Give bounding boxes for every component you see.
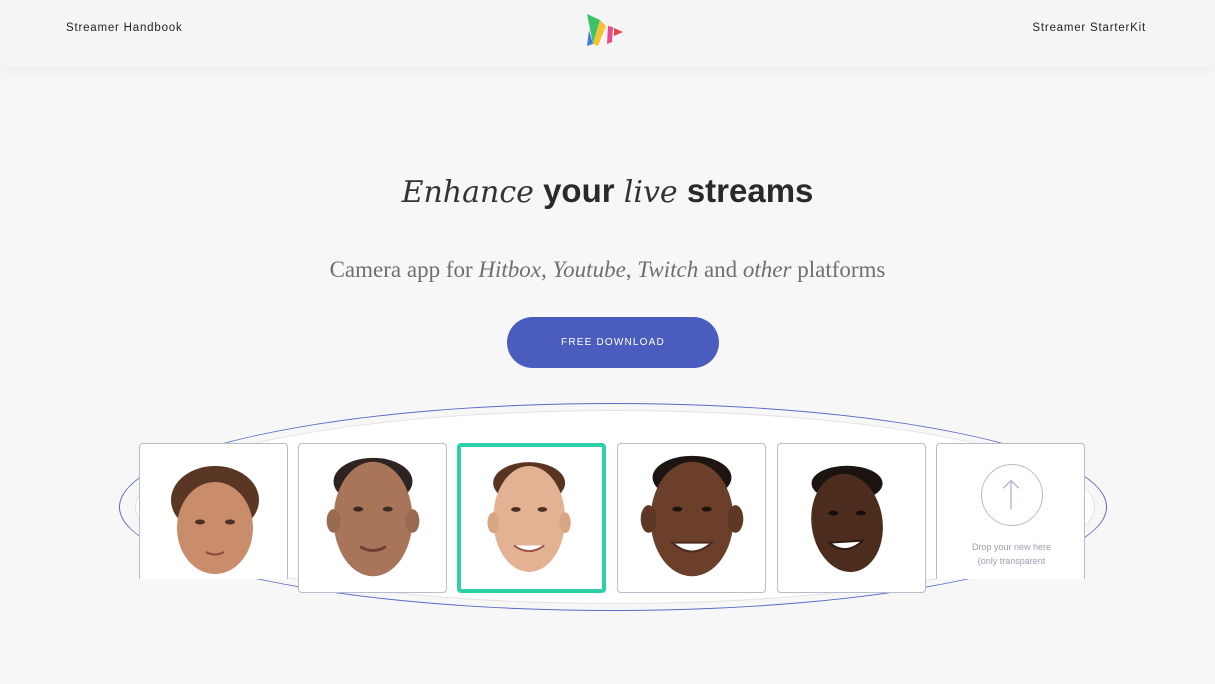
app-logo-icon[interactable] (586, 12, 626, 48)
mask-card-face-4[interactable] (617, 443, 766, 593)
face-4-icon (640, 455, 744, 577)
mask-card-face-2[interactable] (298, 443, 447, 593)
top-nav-bar: Streamer Handbook Streamer StarterKit (0, 0, 1215, 67)
free-download-button[interactable]: FREE DOWNLOAD (507, 317, 719, 368)
subline-sep-2: , (625, 257, 638, 282)
hero-headline: Enhance your live streams (0, 172, 1215, 210)
mask-card-face-3-selected[interactable] (457, 443, 606, 593)
mask-card-face-5[interactable] (777, 443, 926, 593)
subline-text-2: and (698, 257, 743, 282)
subline-text-1: Camera app for (329, 257, 479, 282)
headline-word-streams: streams (686, 172, 814, 209)
headline-word-live: live (623, 175, 678, 210)
hero-subline: Camera app for Hitbox, Youtube, Twitch a… (0, 257, 1215, 283)
subline-text-3: platforms (791, 257, 886, 282)
platform-youtube: Youtube (552, 257, 626, 282)
headline-word-your: your (543, 172, 615, 209)
face-3-icon (487, 462, 571, 572)
nav-link-streamer-handbook[interactable]: Streamer Handbook (66, 22, 183, 34)
nav-link-streamer-starterkit[interactable]: Streamer StarterKit (1032, 22, 1146, 34)
headline-word-enhance: Enhance (401, 175, 534, 210)
mask-picker-ellipse (119, 403, 1107, 611)
platform-twitch: Twitch (637, 257, 699, 282)
platform-other: other (742, 257, 792, 282)
face-5-icon (811, 465, 883, 573)
platform-hitbox: Hitbox (478, 257, 541, 282)
subline-sep-1: , (541, 257, 553, 282)
face-2-icon (326, 457, 420, 577)
